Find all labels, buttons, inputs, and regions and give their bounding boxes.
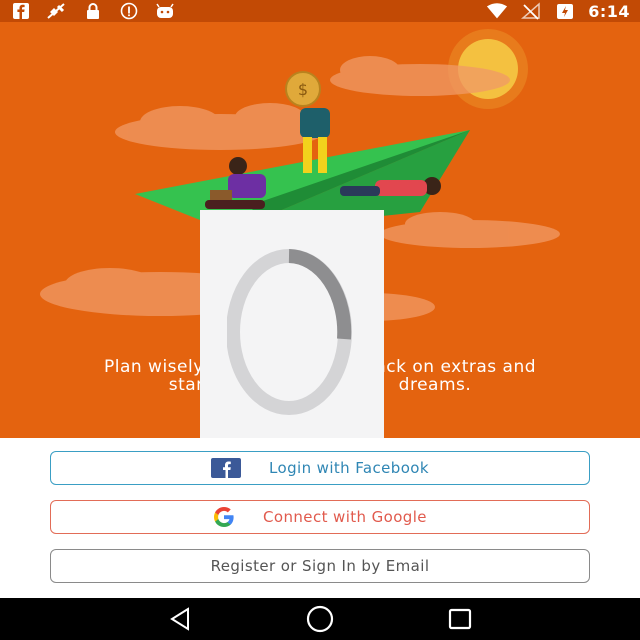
login-options: Login with Facebook Connect with Google … [0,438,640,598]
svg-text:$: $ [298,80,308,99]
caption-line-2-right: dreams. [398,375,472,395]
lock-icon [82,2,104,20]
loading-spinner-icon [227,249,352,415]
status-left-icons [10,2,176,20]
battery-charging-icon [554,2,576,20]
caption-line-1-right: back on extras and [364,357,537,377]
connect-google-button[interactable]: Connect with Google [50,500,590,534]
android-navigation-bar [0,598,640,640]
status-bar: 6:14 [0,0,640,22]
facebook-notification-icon [10,2,32,20]
wifi-icon [486,2,508,20]
status-time: 6:14 [588,1,630,21]
facebook-button-label: Login with Facebook [269,459,429,477]
loading-dialog [200,210,384,454]
recents-icon[interactable] [445,604,475,634]
facebook-icon [211,458,242,478]
caption-line-2-left: star [168,375,204,395]
google-button-label: Connect with Google [263,508,427,526]
status-right-icons: 6:14 [486,2,630,21]
do-not-disturb-icon [118,2,140,20]
signal-off-icon [46,2,68,20]
home-icon[interactable] [305,604,335,634]
login-facebook-button[interactable]: Login with Facebook [50,451,590,485]
email-signin-button[interactable]: Register or Sign In by Email [50,549,590,583]
no-signal-icon [520,2,542,20]
back-icon[interactable] [165,604,195,634]
email-button-label: Register or Sign In by Email [210,557,430,575]
google-icon [213,506,235,528]
android-icon [154,2,176,20]
